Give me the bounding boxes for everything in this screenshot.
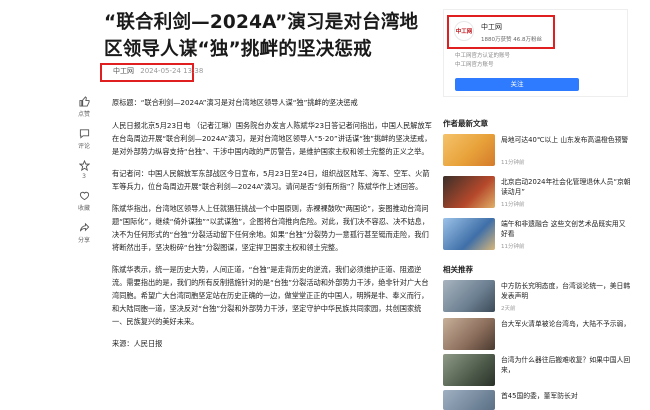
like-button[interactable]: 点赞: [72, 96, 96, 118]
article-paragraph: 人民日报北京5月23日电 （记者江琳）国务院台办发言人陈斌华23日答记者问指出，…: [112, 121, 432, 156]
comment-button[interactable]: 评论: [72, 128, 96, 150]
follow-button[interactable]: 关注: [455, 78, 579, 91]
share-icon: [79, 222, 89, 232]
article-paragraph: 陈斌华指出，台湾地区领导人上任就猖狂挑战一个中国原则，赤裸裸鼓吹“两国论”，妄图…: [112, 204, 430, 252]
article-date: 2024-05-24 13:38: [140, 67, 204, 75]
list-item[interactable]: 局地可达40℃以上 山东发布高温橙色预警 11分钟前: [443, 134, 633, 174]
comment-icon: [79, 129, 89, 139]
thumbnail-image: [443, 390, 495, 410]
article-paragraph: 有记者问：中国人民解放军东部战区今日宣布，5月23日至24日，组织战区陆军、海军…: [112, 169, 430, 191]
article-author[interactable]: 中工网: [113, 67, 134, 75]
list-item[interactable]: 北京启动2024年社会化管理退休人员“京朝读动月” 11分钟前: [443, 176, 633, 216]
star-icon: [78, 160, 90, 171]
share-button[interactable]: 分享: [72, 222, 96, 244]
article-title: “联合利剑—2024A”演习是对台湾地区领导人谋“独”挑衅的坚决惩戒: [104, 12, 419, 60]
list-item[interactable]: 台湾为什么器往后搬难收复？如果中国人回来，: [443, 354, 633, 394]
list-item-title[interactable]: 中方防长究明态度，台湾谈论统一，美日韩发表声明: [501, 281, 631, 301]
list-item[interactable]: 中方防长究明态度，台湾谈论统一，美日韩发表声明 2天前: [443, 280, 633, 320]
thumbnail-image: [443, 176, 495, 208]
list-item-time: 11分钟前: [501, 244, 525, 250]
article-body: 原标题：“联合利剑—2024A”演习是对台湾地区领导人谋“独”挑衅的坚决惩戒 人…: [112, 96, 435, 359]
article-paragraph: 陈斌华表示，统一是历史大势，人间正道，“台独”是走背历史的逆流，我们必须维护正道…: [112, 265, 429, 326]
author-stats: 1880万获赞 46.8万粉丝: [481, 37, 542, 43]
article-meta: 中工网 2024-05-24 13:38: [113, 66, 203, 76]
recommend-heading: 相关推荐: [443, 265, 473, 274]
list-item-time: 11分钟前: [501, 160, 525, 166]
author-name[interactable]: 中工网: [481, 22, 502, 32]
list-item-title[interactable]: 局地可达40℃以上 山东发布高温橙色预警: [501, 135, 631, 145]
thumbnail-image: [443, 318, 495, 350]
like-icon: [78, 96, 90, 107]
list-item[interactable]: 台大军火清单被论台湾岛，大陆不予示弱，: [443, 318, 633, 358]
star-button[interactable]: 3: [72, 160, 96, 180]
list-item-title[interactable]: 端午和非遗融合 这些文创艺术品既实用又好看: [501, 219, 631, 239]
author-articles-heading: 作者最新文章: [443, 119, 488, 128]
article-source: 来源：人民日报: [112, 339, 163, 348]
action-rail: 点赞 评论 3 收藏 分享: [72, 96, 96, 254]
thumbnail-image: [443, 134, 495, 166]
list-item-time: 2天前: [501, 306, 516, 312]
avatar[interactable]: 中工网: [454, 21, 474, 41]
author-desc: 中工网官方认证的账号 中工网官方账号: [455, 52, 510, 70]
list-item-title[interactable]: 台大军火清单被论台湾岛，大陆不予示弱，: [501, 319, 631, 329]
thumbnail-image: [443, 218, 495, 250]
list-item[interactable]: 端午和非遗融合 这些文创艺术品既实用又好看 11分钟前: [443, 218, 633, 258]
star-count: 3: [82, 173, 86, 180]
list-item[interactable]: 首45国的委，董军防长对: [443, 390, 633, 410]
collect-icon: [79, 191, 89, 201]
comment-label: 评论: [77, 143, 90, 150]
article-paragraph: 原标题：“联合利剑—2024A”演习是对台湾地区领导人谋“独”挑衅的坚决惩戒: [112, 98, 358, 107]
share-label: 分享: [77, 237, 90, 244]
thumbnail-image: [443, 280, 495, 312]
list-item-title[interactable]: 首45国的委，董军防长对: [501, 391, 631, 401]
list-item-title[interactable]: 北京启动2024年社会化管理退休人员“京朝读动月”: [501, 177, 631, 197]
author-desc-line-2: 中工网官方账号: [455, 62, 494, 68]
collect-button[interactable]: 收藏: [72, 190, 96, 212]
collect-label: 收藏: [77, 205, 90, 212]
list-item-title[interactable]: 台湾为什么器往后搬难收复？如果中国人回来，: [501, 355, 631, 375]
like-label: 点赞: [77, 111, 90, 118]
list-item-time: 11分钟前: [501, 202, 525, 208]
author-desc-line: 中工网官方认证的账号: [455, 53, 511, 59]
thumbnail-image: [443, 354, 495, 386]
